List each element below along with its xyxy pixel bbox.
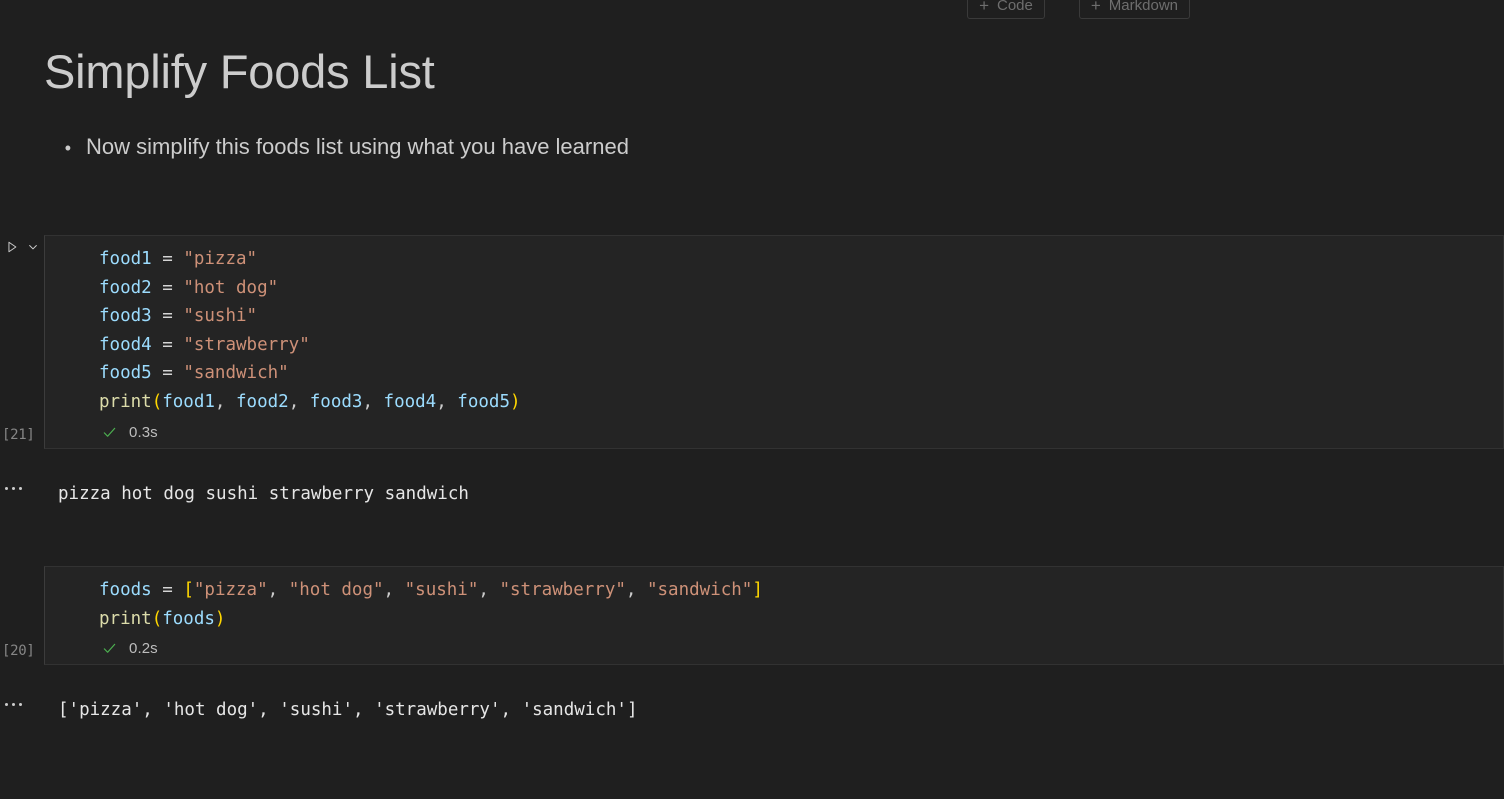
cell-run-controls — [0, 237, 44, 257]
list-item: • Now simplify this foods list using wha… — [44, 133, 1504, 162]
code-content: foods = ["pizza", "hot dog", "sushi", "s… — [45, 576, 1503, 633]
code-content: food1 = "pizza" food2 = "hot dog" food3 = … — [45, 245, 1503, 417]
output-gutter — [0, 696, 44, 706]
bullet-icon: • — [64, 138, 71, 159]
code-line: food3 = "sushi" — [99, 306, 258, 327]
code-editor[interactable]: foods = ["pizza", "hot dog", "sushi", "s… — [44, 566, 1504, 666]
cell-gutter: [20] — [0, 566, 44, 665]
code-line: food1 = "pizza" — [99, 249, 258, 269]
code-cell[interactable]: [21] food1 = "pizza" food2 = "hot dog" foo… — [0, 235, 1504, 449]
code-line: food5 = "sandwich" — [99, 363, 289, 384]
code-cell[interactable]: [20] foods = ["pizza", "hot dog", "sushi… — [0, 566, 1504, 666]
list-item-label: Now simplify this foods list using what … — [86, 134, 629, 160]
code-line: foods = ["pizza", "hot dog", "sushi", "s… — [99, 580, 763, 600]
output-text: ['pizza', 'hot dog', 'sushi', 'strawberr… — [58, 700, 638, 720]
code-line: food4 = "strawberry" — [99, 334, 310, 355]
cell-output: ['pizza', 'hot dog', 'sushi', 'strawberr… — [0, 696, 1504, 723]
execution-count: [21] — [2, 426, 35, 443]
check-success-icon — [101, 424, 117, 440]
markdown-bullet-list: • Now simplify this foods list using wha… — [0, 133, 1504, 162]
output-text: pizza hot dog sushi strawberry sandwich — [58, 484, 469, 504]
add-markdown-cell-label: Markdown — [1108, 0, 1178, 14]
output-gutter — [0, 480, 44, 490]
chevron-down-icon[interactable] — [25, 237, 41, 257]
code-line: food2 = "hot dog" — [99, 277, 279, 298]
plus-icon: + — [1090, 0, 1101, 15]
check-success-icon — [101, 641, 117, 657]
markdown-cell[interactable]: Simplify Foods List • Now simplify this … — [0, 44, 1504, 162]
page-title: Simplify Foods List — [44, 45, 435, 98]
cell-status-bar: 0.3s — [45, 417, 1503, 448]
notebook-toolbar: + Code + Markdown — [0, 0, 1504, 24]
cell-output: pizza hot dog sushi strawberry sandwich — [0, 480, 1504, 507]
execution-time: 0.3s — [129, 423, 158, 441]
code-line: print(food1, food2, food3, food4, food5) — [99, 391, 521, 412]
plus-icon: + — [979, 0, 989, 15]
execution-count: [20] — [2, 643, 35, 660]
cell-status-bar: 0.2s — [45, 633, 1503, 664]
execution-time: 0.2s — [129, 640, 158, 658]
code-editor[interactable]: food1 = "pizza" food2 = "hot dog" food3 = … — [44, 235, 1504, 449]
cell-gutter: [21] — [0, 235, 44, 449]
add-code-cell-label: Code — [997, 0, 1033, 14]
run-play-icon[interactable] — [2, 237, 22, 257]
code-line: print(foods) — [99, 608, 226, 629]
more-actions-icon[interactable] — [5, 487, 22, 490]
add-markdown-cell-button[interactable]: + Markdown — [1078, 0, 1190, 19]
add-code-cell-button[interactable]: + Code — [967, 0, 1045, 19]
more-actions-icon[interactable] — [5, 703, 22, 706]
